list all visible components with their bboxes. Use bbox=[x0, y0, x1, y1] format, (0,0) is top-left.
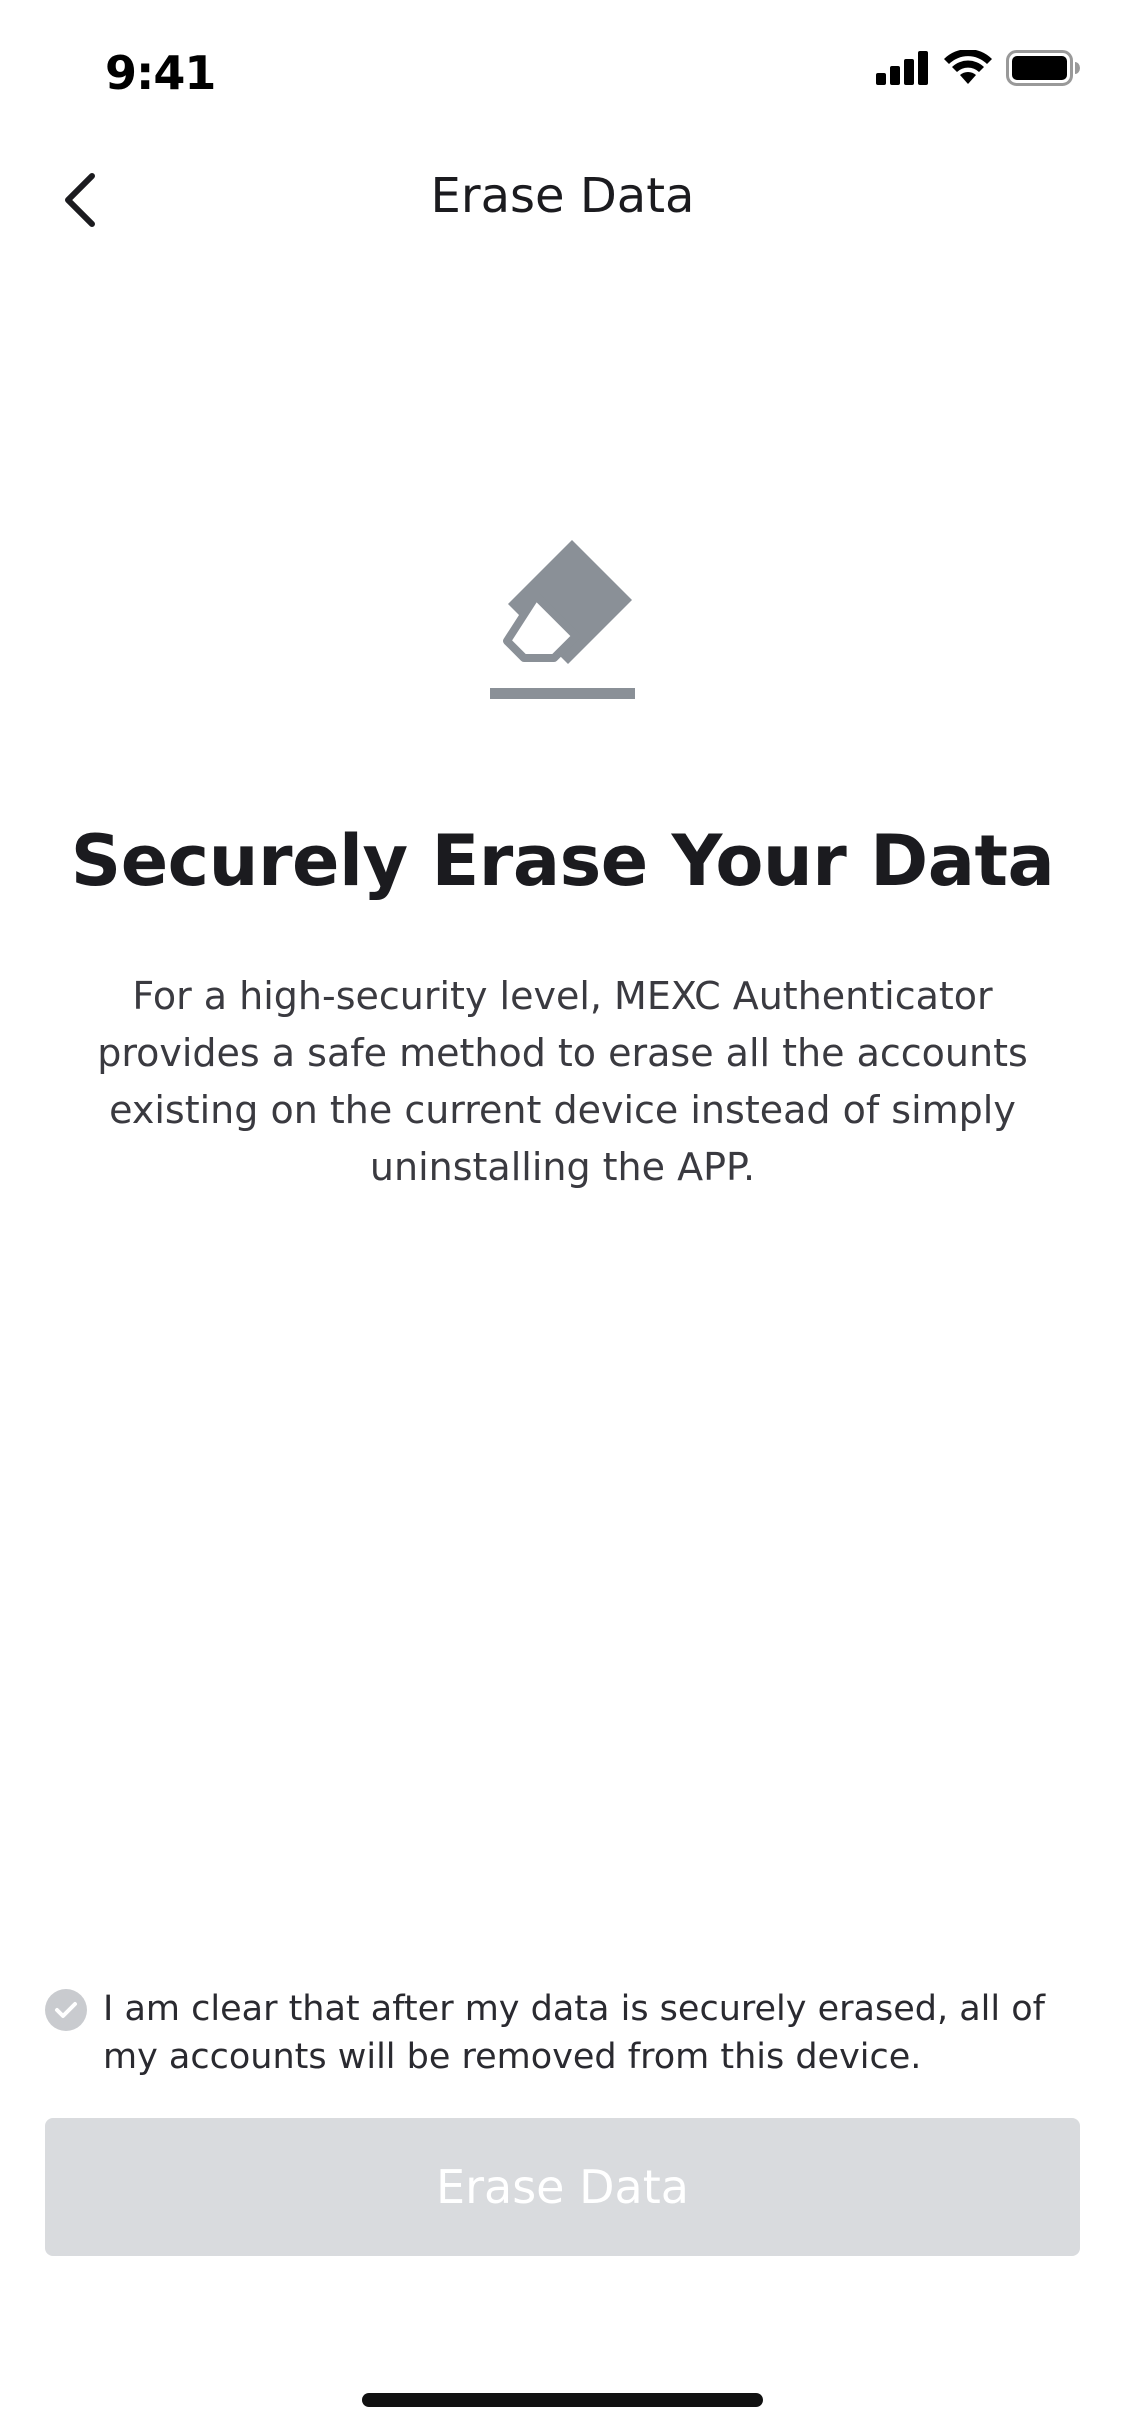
status-icons bbox=[876, 50, 1080, 86]
wifi-icon bbox=[944, 50, 992, 84]
agreement-text: I am clear that after my data is securel… bbox=[103, 1989, 1045, 2077]
check-icon bbox=[55, 2002, 77, 2018]
battery-icon bbox=[1006, 50, 1080, 86]
erase-data-button[interactable]: Erase Data bbox=[45, 2118, 1080, 2256]
home-indicator bbox=[362, 2393, 763, 2407]
agreement-checkbox[interactable] bbox=[45, 1989, 87, 2031]
page-title: Erase Data bbox=[430, 168, 695, 224]
status-bar: 9:41 bbox=[0, 0, 1125, 140]
eraser-illustration bbox=[490, 540, 635, 700]
status-time: 9:41 bbox=[105, 46, 216, 100]
eraser-icon bbox=[490, 540, 635, 699]
headline: Securely Erase Your Data bbox=[70, 820, 1055, 902]
description: For a high-security level, MEXC Authenti… bbox=[97, 974, 1028, 1189]
nav-bar: Erase Data bbox=[0, 140, 1125, 260]
cellular-signal-icon bbox=[876, 51, 928, 85]
agreement-row[interactable]: I am clear that after my data is securel… bbox=[45, 1985, 1085, 2081]
